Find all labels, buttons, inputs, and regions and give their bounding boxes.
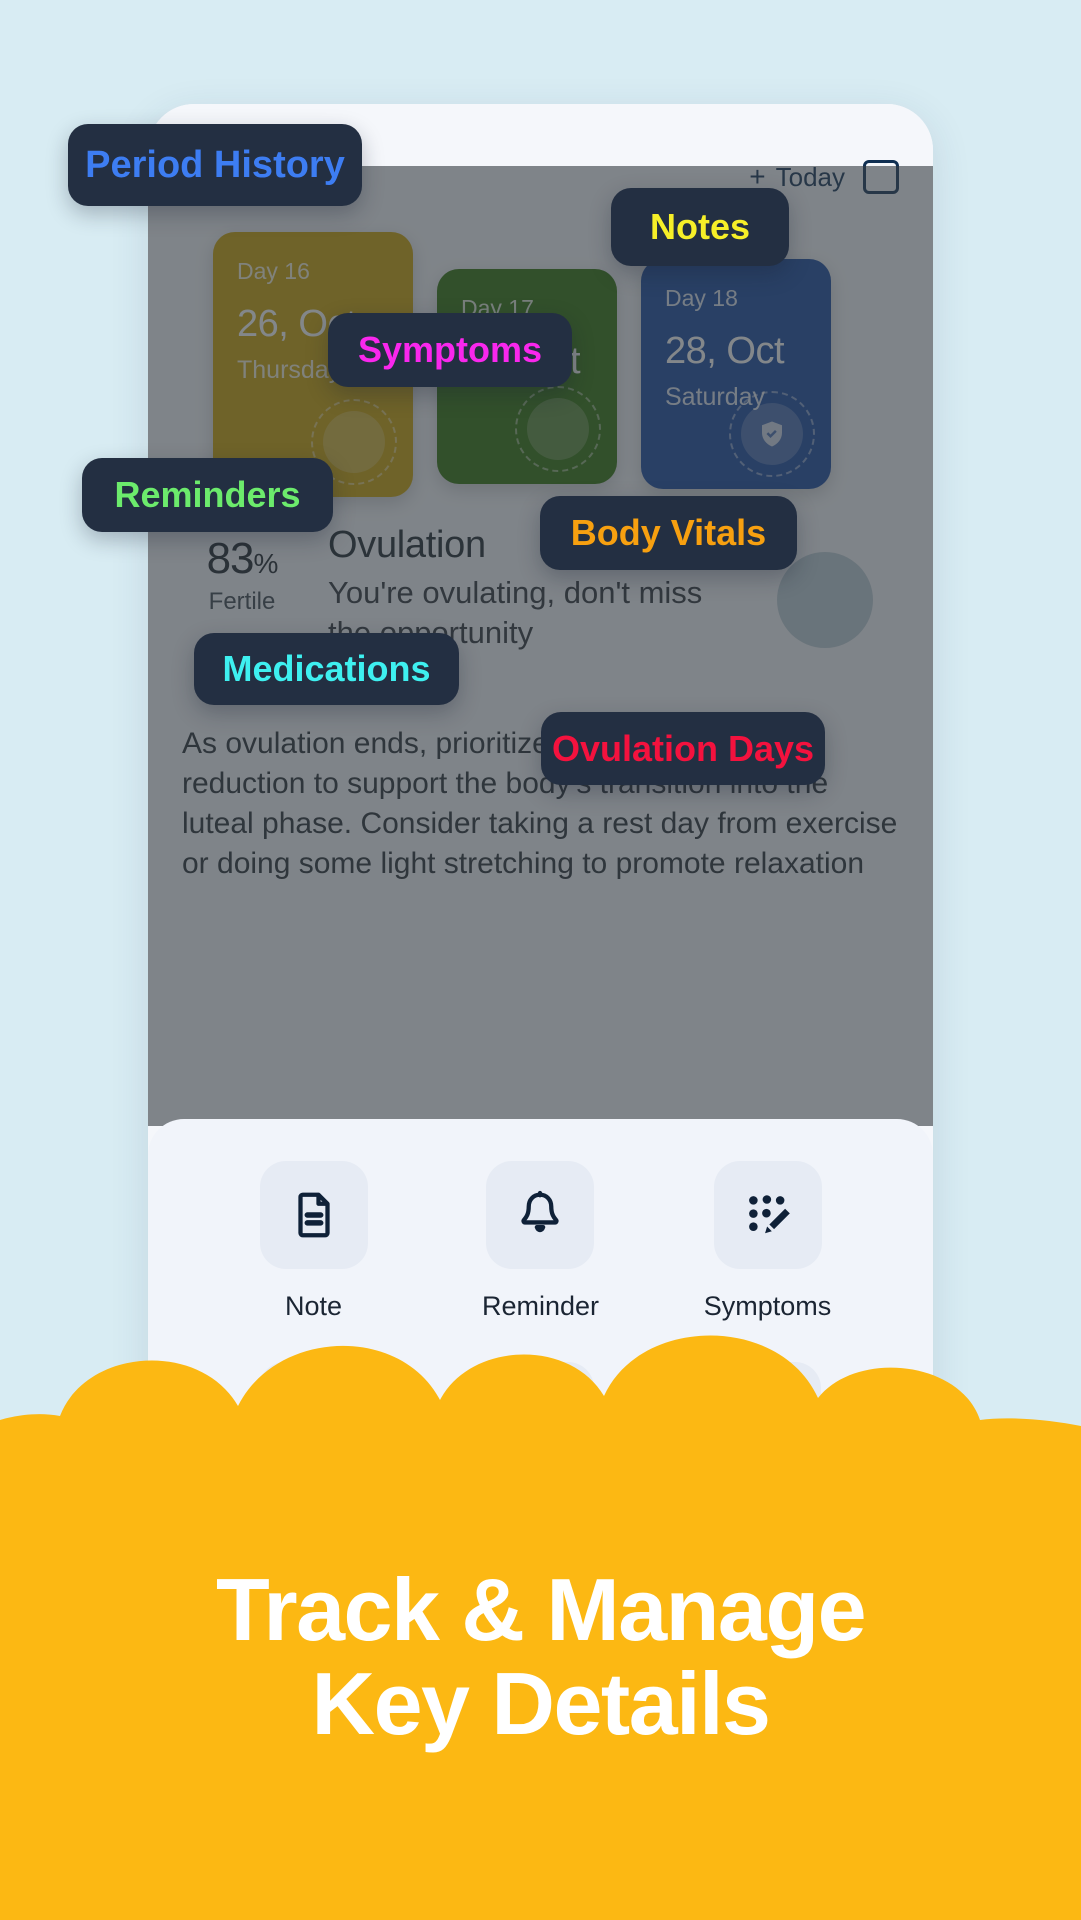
feature-badge-label: Reminders: [114, 474, 301, 515]
ovulation-progress-ring: [777, 552, 873, 648]
feature-badge-label: Symptoms: [357, 329, 543, 370]
today-label: Today: [775, 161, 845, 192]
feature-badge-body-vitals[interactable]: Body Vitals: [540, 496, 797, 570]
fertility-percent-value: 83: [206, 534, 255, 583]
feature-badge-symptoms[interactable]: Symptoms: [328, 313, 572, 387]
plus-icon: +: [749, 161, 766, 192]
calendar-icon[interactable]: [863, 160, 899, 194]
promo-headline: Track & Manage Key Details: [0, 1563, 1081, 1750]
shield-check-icon: [729, 391, 815, 477]
drop-icon: [515, 386, 601, 472]
fertility-label: Fertile: [208, 588, 276, 615]
feature-badge-ovulation-days[interactable]: Ovulation Days: [541, 712, 825, 785]
feature-badge-reminders[interactable]: Reminders: [82, 458, 333, 532]
feature-badge-period-history[interactable]: Period History: [68, 124, 362, 206]
day-card[interactable]: Day 18 28, Oct Saturday: [641, 259, 831, 489]
day-number: Day 18: [665, 285, 738, 311]
promo-screenshot: Cycle + Today Day 16 26, Oct Thursday Da…: [0, 0, 1081, 1920]
feature-badge-label: Period History: [85, 143, 345, 186]
feature-badge-label: Medications: [222, 648, 431, 689]
percent-symbol: %: [253, 548, 279, 579]
feature-badge-label: Notes: [649, 206, 751, 247]
headline-line-1: Track & Manage: [215, 1560, 867, 1660]
headline-line-2: Key Details: [311, 1653, 771, 1753]
feature-badge-medications[interactable]: Medications: [194, 633, 459, 705]
day-date: 28, Oct: [665, 330, 785, 372]
day-number: Day 16: [237, 258, 310, 284]
feature-badge-label: Body Vitals: [570, 512, 767, 553]
feature-badge-notes[interactable]: Notes: [611, 188, 789, 266]
feature-badge-label: Ovulation Days: [551, 727, 815, 769]
app-screen: Cycle + Today Day 16 26, Oct Thursday Da…: [148, 104, 933, 1124]
fertility-percent-block: 83% Fertile: [182, 524, 302, 616]
